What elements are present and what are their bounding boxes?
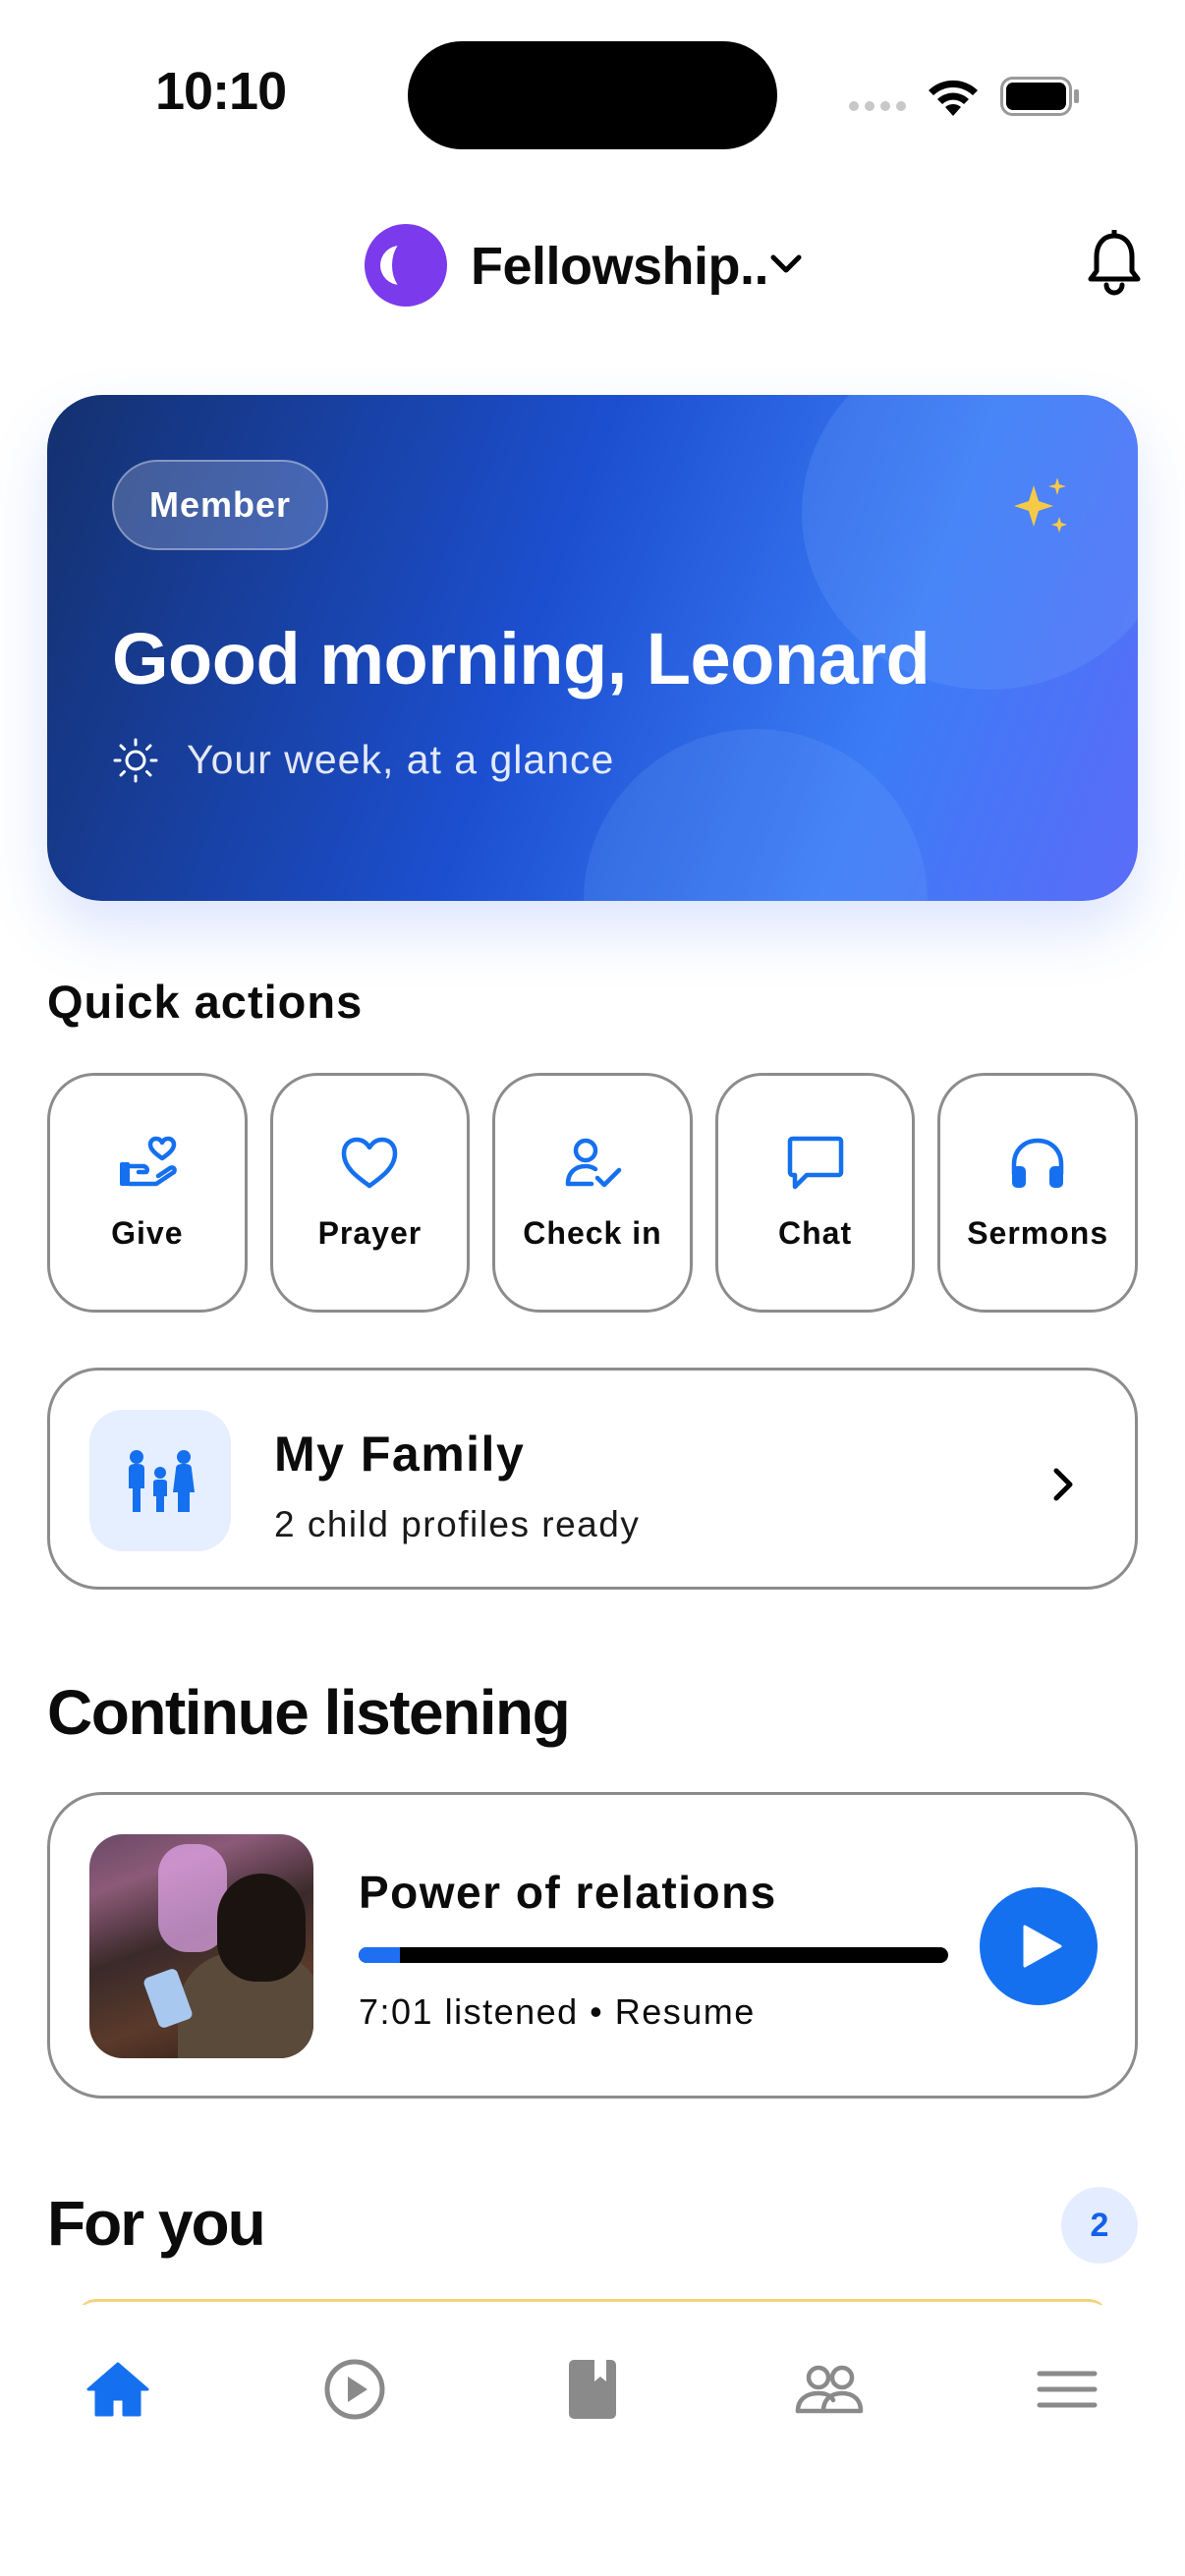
prayer-label: Prayer (317, 1215, 423, 1251)
status-time: 10:10 (155, 62, 287, 121)
sermons-label: Sermons (967, 1215, 1109, 1251)
give-heart-hand-icon (119, 1136, 177, 1187)
give-button[interactable]: Give (47, 1073, 248, 1313)
chevron-down-icon[interactable] (768, 250, 804, 279)
org-logo[interactable] (365, 224, 447, 307)
chat-bubble-icon (787, 1136, 843, 1190)
heart-icon (342, 1137, 398, 1189)
quick-actions-title: Quick actions (47, 976, 364, 1028)
for-you-count-badge: 2 (1061, 2187, 1138, 2264)
org-switcher-label[interactable]: Fellowship.. (471, 236, 769, 297)
member-badge: Member (112, 460, 329, 550)
tab-community[interactable] (794, 2354, 865, 2425)
listening-progress-bar[interactable] (359, 1947, 948, 1963)
check-in-button[interactable]: Check in (492, 1073, 693, 1313)
family-icon-tile (89, 1410, 231, 1551)
bible-book-icon (569, 2360, 616, 2419)
user-check-icon (565, 1138, 622, 1188)
listening-meta[interactable]: 7:01 listened • Resume (359, 1991, 756, 2033)
greeting-title: Good morning, Leonard (112, 618, 931, 700)
tab-media[interactable] (319, 2354, 390, 2425)
greeting-hero-card: Member Good morning, Leonard Your week, … (47, 395, 1138, 901)
chevron-right-icon (1053, 1468, 1073, 1501)
battery-icon (1000, 77, 1079, 116)
play-icon (1023, 1925, 1062, 1968)
for-you-title: For you (47, 2188, 266, 2259)
sun-icon (113, 738, 158, 783)
menu-icon (1037, 2371, 1098, 2408)
chat-button[interactable]: Chat (714, 1073, 916, 1313)
home-screen: 10:10 Fellowship.. Member Good morning, … (0, 0, 1185, 2576)
home-icon (86, 2362, 149, 2417)
family-title: My Family (274, 1427, 526, 1482)
check-in-label: Check in (523, 1215, 662, 1251)
wifi-icon (929, 80, 978, 116)
tab-menu[interactable] (1032, 2354, 1102, 2425)
cellular-signal-icon (849, 101, 906, 111)
my-family-card[interactable]: My Family 2 child profiles ready (47, 1368, 1138, 1590)
sermons-button[interactable]: Sermons (937, 1073, 1138, 1313)
dynamic-island (408, 41, 777, 149)
notifications-bell-icon[interactable] (1085, 230, 1144, 297)
tab-home[interactable] (83, 2354, 153, 2425)
headphones-icon (1011, 1138, 1064, 1188)
family-icon (129, 1450, 195, 1512)
tab-bible[interactable] (557, 2354, 628, 2425)
bottom-tab-bar (0, 2305, 1185, 2576)
sermon-thumbnail (89, 1834, 313, 2058)
play-circle-icon (324, 2359, 385, 2420)
quick-actions-row: Give Prayer Check in Chat Sermons (47, 1073, 1138, 1313)
prayer-button[interactable]: Prayer (269, 1073, 471, 1313)
hero-decor-circle (584, 729, 928, 901)
listening-progress-fill (359, 1947, 400, 1963)
greeting-subtitle: Your week, at a glance (187, 737, 615, 782)
family-subtitle: 2 child profiles ready (274, 1504, 641, 1544)
continue-listening-card[interactable]: Power of relations 7:01 listened • Resum… (47, 1792, 1138, 2099)
play-button[interactable] (980, 1887, 1098, 2005)
chat-label: Chat (778, 1215, 853, 1251)
track-title: Power of relations (359, 1867, 777, 1918)
people-icon (795, 2365, 864, 2414)
sparkles-icon (1014, 477, 1067, 532)
continue-listening-title: Continue listening (47, 1677, 571, 1748)
give-label: Give (111, 1215, 184, 1251)
